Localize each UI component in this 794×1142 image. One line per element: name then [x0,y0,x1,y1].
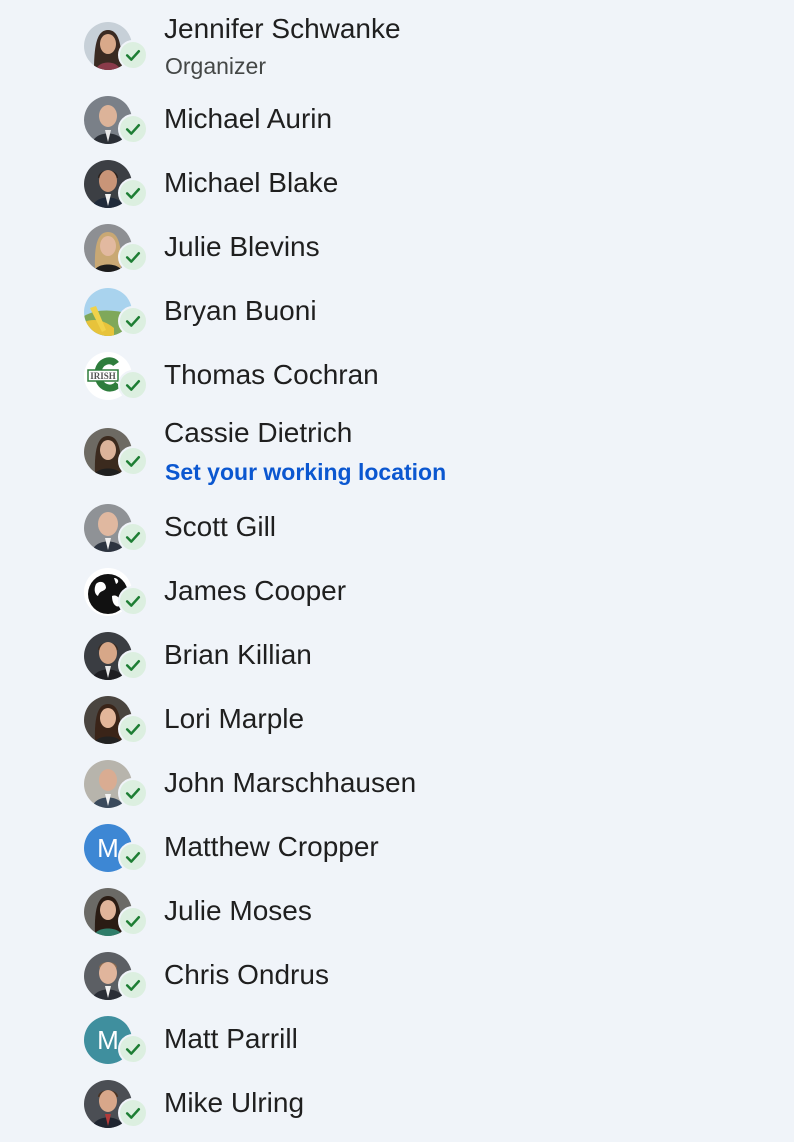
guest-name: Chris Ondrus [164,959,329,990]
guest-row[interactable]: Jennifer Schwanke Organizer [0,13,794,79]
accepted-check-icon [118,906,148,936]
accepted-check-icon [118,586,148,616]
guest-name: Lori Marple [164,703,305,734]
accepted-check-icon [118,522,148,552]
guest-row[interactable]: Julie Blevins [0,216,794,280]
accepted-check-icon [118,778,148,808]
guest-row[interactable]: James Cooper [0,560,794,624]
guest-row[interactable]: John Marschhausen [0,752,794,816]
accepted-check-icon [118,242,148,272]
guest-name: Michael Blake [164,167,339,198]
school-logo-text: IRISH [90,371,116,381]
accepted-check-icon [118,970,148,1000]
guest-list: Jennifer Schwanke Organizer Michael Auri… [0,0,794,1142]
guest-row[interactable]: Michael Blake [0,152,794,216]
guest-role: Organizer [165,53,266,79]
guest-row[interactable]: Michael Aurin [0,88,794,152]
guest-row[interactable]: M Matt Parrill [0,1008,794,1072]
accepted-check-icon [118,714,148,744]
guest-name: James Cooper [164,575,347,606]
accepted-check-icon [118,842,148,872]
accepted-check-icon [118,178,148,208]
guest-name: Jennifer Schwanke [164,13,401,44]
guest-row[interactable]: Mike Ulring [0,1072,794,1136]
guest-row[interactable]: IRISH Thomas Cochran [0,344,794,408]
guest-name: Julie Moses [164,895,312,926]
guest-row[interactable]: Bryan Buoni [0,280,794,344]
accepted-check-icon [118,1034,148,1064]
set-working-location-link[interactable]: Set your working location [165,458,446,486]
guest-name: Julie Blevins [164,231,320,262]
accepted-check-icon [118,1098,148,1128]
guest-row[interactable]: Scott Gill [0,496,794,560]
accepted-check-icon [118,370,148,400]
guest-name: John Marschhausen [164,767,417,798]
accepted-check-icon [118,446,148,476]
accepted-check-icon [118,306,148,336]
accepted-check-icon [118,40,148,70]
guest-name: Matt Parrill [164,1023,298,1054]
accepted-check-icon [118,650,148,680]
guest-row[interactable]: Lori Marple [0,688,794,752]
guest-row[interactable]: Brian Killian [0,624,794,688]
accepted-check-icon [118,114,148,144]
guest-name: Michael Aurin [164,103,333,134]
guest-row[interactable]: Cassie Dietrich Set your working locatio… [0,417,794,485]
guest-name: Scott Gill [164,511,277,542]
guest-row[interactable]: Julie Moses [0,880,794,944]
guest-name: Bryan Buoni [164,295,317,326]
guest-name: Thomas Cochran [164,359,379,390]
guest-name: Matthew Cropper [164,831,379,862]
guest-name: Brian Killian [164,639,312,670]
guest-name: Cassie Dietrich [164,417,353,448]
guest-name: Mike Ulring [164,1087,305,1118]
guest-row[interactable]: M Matthew Cropper [0,816,794,880]
guest-row[interactable]: Chris Ondrus [0,944,794,1008]
